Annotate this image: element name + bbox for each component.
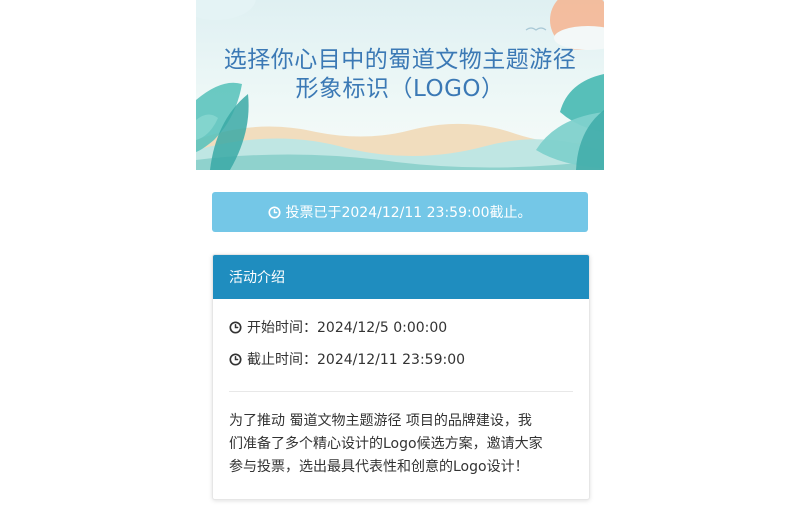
content-column: 选择你心目中的蜀道文物主题游径 形象标识（LOGO） 投票已于2024/12/1… <box>196 0 604 510</box>
end-time-row: 截止时间：2024/12/11 23:59:00 <box>229 349 573 369</box>
notice-text: 投票已于2024/12/11 23:59:00截止。 <box>285 205 532 221</box>
card-body: 开始时间：2024/12/5 0:00:00 截止时间：2024/12/11 2… <box>213 317 589 479</box>
divider <box>229 391 573 392</box>
cloud-shape <box>196 0 256 20</box>
card-header-title: 活动介绍 <box>229 270 285 286</box>
start-time-row: 开始时间：2024/12/5 0:00:00 <box>229 317 573 337</box>
start-time-text: 开始时间：2024/12/5 0:00:00 <box>247 320 448 336</box>
intro-description: 为了推动 蜀道文物主题游径 项目的品牌建设，我 们准备了多个精心设计的Logo候… <box>229 413 543 475</box>
banner: 选择你心目中的蜀道文物主题游径 形象标识（LOGO） <box>196 0 604 170</box>
clock-icon <box>229 352 242 366</box>
vote-closed-notice: 投票已于2024/12/11 23:59:00截止。 <box>212 192 588 232</box>
clock-icon <box>229 320 242 334</box>
page: 选择你心目中的蜀道文物主题游径 形象标识（LOGO） 投票已于2024/12/1… <box>0 0 800 510</box>
intro-card: 活动介绍 开始时间：2024/12/5 0:00:00 截止时间：2024/12… <box>212 254 590 500</box>
card-header: 活动介绍 <box>213 255 589 299</box>
end-time-text: 截止时间：2024/12/11 23:59:00 <box>247 352 466 368</box>
banner-title: 选择你心目中的蜀道文物主题游径 形象标识（LOGO） <box>223 47 577 102</box>
clock-icon <box>268 205 282 219</box>
bird-shape <box>525 27 547 31</box>
